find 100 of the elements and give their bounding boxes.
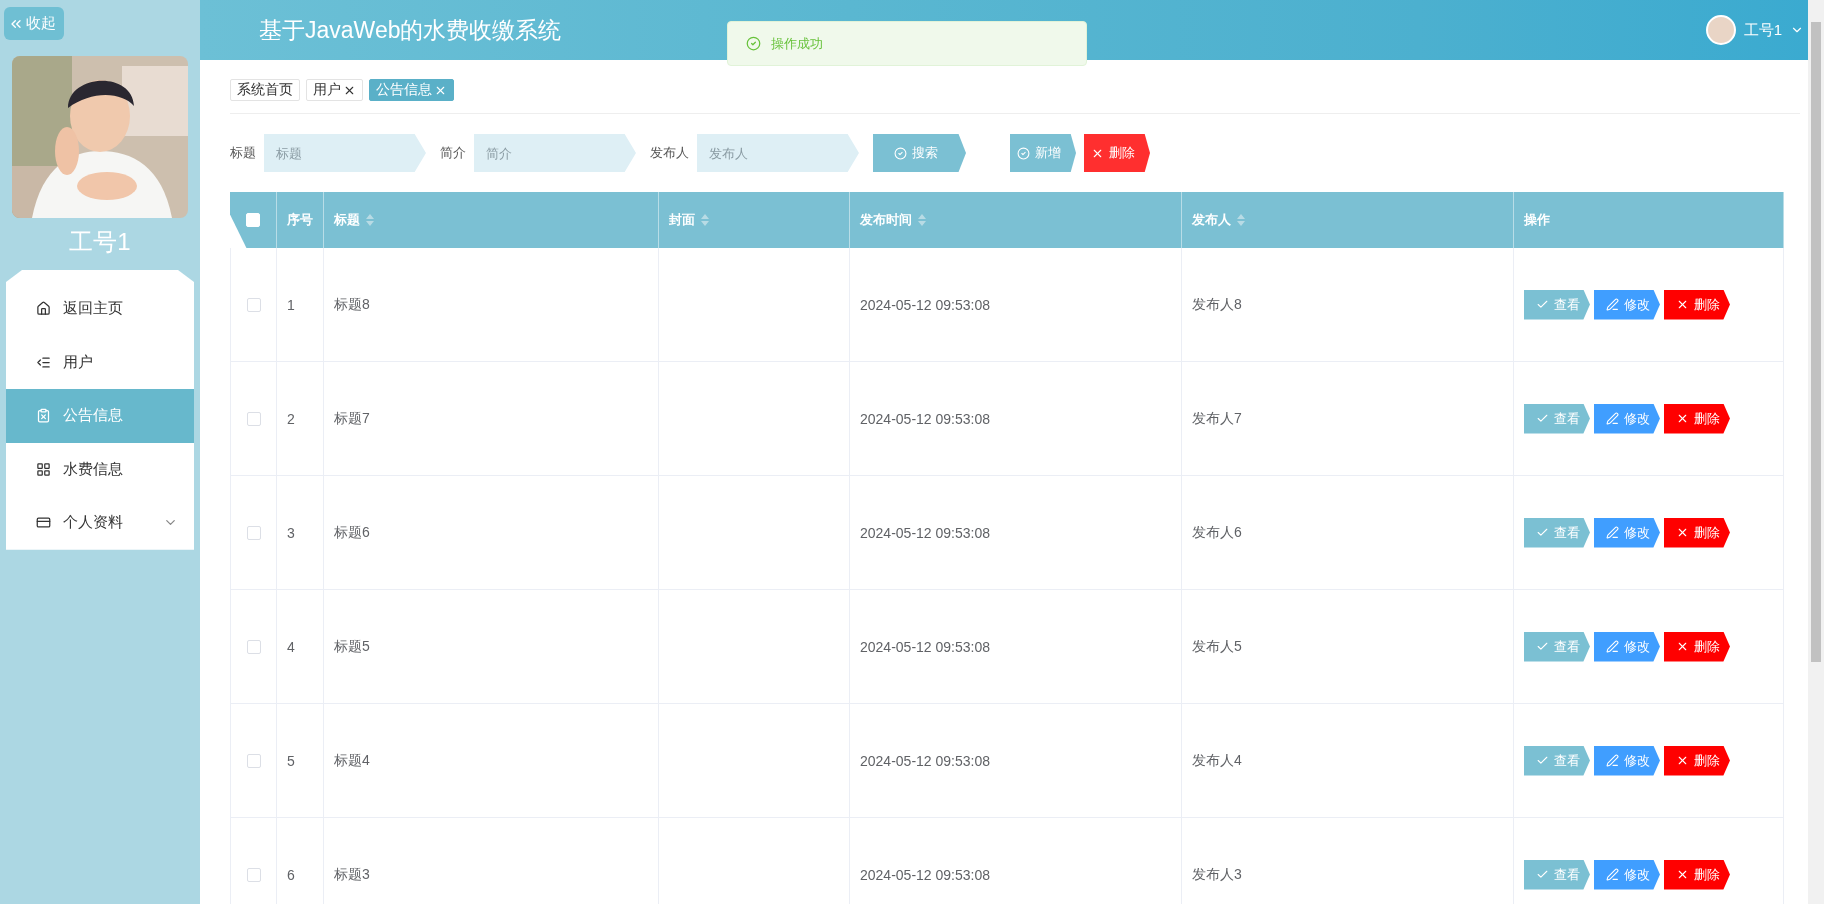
table-cell: 发布人7 xyxy=(1192,409,1242,428)
view-button[interactable]: 查看 xyxy=(1524,403,1590,434)
delete-button[interactable]: 删除 xyxy=(1664,289,1730,320)
table-cell: 2024-05-12 09:53:08 xyxy=(860,410,990,427)
table-cell: 2024-05-12 09:53:08 xyxy=(860,296,990,313)
check-icon xyxy=(1536,298,1549,311)
header-cell[interactable]: 发布人 xyxy=(1182,192,1514,248)
delete-button[interactable]: 删除 xyxy=(1664,403,1730,434)
header-cell[interactable]: 标题 xyxy=(324,192,659,248)
check-circle-icon xyxy=(893,146,907,160)
search-button[interactable]: 搜索 xyxy=(873,134,966,172)
app-title: 基于JavaWeb的水费收缴系统 xyxy=(259,15,562,45)
edit-button[interactable]: 修改 xyxy=(1594,289,1660,320)
field-label: 标题 xyxy=(230,144,256,162)
checkbox[interactable] xyxy=(246,297,261,312)
view-button[interactable]: 查看 xyxy=(1524,517,1590,548)
check-circle-icon xyxy=(1017,146,1030,160)
header-cell[interactable]: 发布时间 xyxy=(850,192,1182,248)
table-cell: 发布人6 xyxy=(1192,523,1242,542)
checkbox[interactable] xyxy=(246,639,261,654)
table-cell: 3 xyxy=(287,524,295,541)
table-cell: 6 xyxy=(287,866,295,883)
delete-button[interactable]: 删除 xyxy=(1664,745,1730,776)
pen-icon xyxy=(1606,412,1619,425)
delete-button[interactable]: 删除 xyxy=(1084,134,1150,172)
check-icon xyxy=(1536,412,1549,425)
view-button[interactable]: 查看 xyxy=(1524,631,1590,662)
column-title: 封面 xyxy=(669,211,695,229)
delete-button[interactable]: 删除 xyxy=(1664,859,1730,890)
clipboard-icon xyxy=(36,408,51,424)
menu-item[interactable]: 公告信息 xyxy=(6,389,194,443)
add-button[interactable]: 新增 xyxy=(1010,134,1076,172)
card-icon xyxy=(36,515,51,531)
list-icon xyxy=(36,354,51,370)
table-cell: 标题5 xyxy=(334,637,370,656)
column-title: 操作 xyxy=(1524,211,1550,229)
view-button[interactable]: 查看 xyxy=(1524,745,1590,776)
scrollbar[interactable] xyxy=(1808,0,1824,904)
table-cell: 2024-05-12 09:53:08 xyxy=(860,638,990,655)
column-title: 序号 xyxy=(287,211,313,229)
sort-icon[interactable] xyxy=(366,214,374,226)
checkbox[interactable] xyxy=(246,411,261,426)
close-icon xyxy=(1676,298,1689,311)
table-cell: 2024-05-12 09:53:08 xyxy=(860,524,990,541)
close-icon xyxy=(1676,640,1689,653)
header-cell[interactable]: 封面 xyxy=(659,192,850,248)
column-title: 发布人 xyxy=(1192,211,1231,229)
checkbox[interactable] xyxy=(246,867,261,882)
table-cell: 2024-05-12 09:53:08 xyxy=(860,752,990,769)
tab[interactable]: 公告信息 xyxy=(369,79,454,101)
close-icon xyxy=(1676,412,1689,425)
checkbox[interactable] xyxy=(246,525,261,540)
sort-icon[interactable] xyxy=(1237,214,1245,226)
pen-icon xyxy=(1606,526,1619,539)
field-label: 发布人 xyxy=(650,144,689,162)
table-cell: 标题8 xyxy=(334,295,370,314)
sort-icon[interactable] xyxy=(918,214,926,226)
table-cell: 1 xyxy=(287,296,295,313)
check-icon xyxy=(1536,526,1549,539)
check-icon xyxy=(1536,640,1549,653)
close-icon xyxy=(1676,526,1689,539)
user-avatar[interactable] xyxy=(1705,15,1736,45)
table-cell: 2024-05-12 09:53:08 xyxy=(860,866,990,883)
tab[interactable]: 系统首页 xyxy=(230,79,300,101)
home-icon xyxy=(36,301,51,317)
edit-button[interactable]: 修改 xyxy=(1594,859,1660,890)
search-field[interactable]: 发布人 xyxy=(697,134,859,172)
table-cell: 发布人8 xyxy=(1192,295,1242,314)
table-cell: 标题3 xyxy=(334,865,370,884)
pen-icon xyxy=(1606,754,1619,767)
table-cell: 2 xyxy=(287,410,295,427)
pen-icon xyxy=(1606,298,1619,311)
table-cell: 标题7 xyxy=(334,409,370,428)
edit-button[interactable]: 修改 xyxy=(1594,517,1660,548)
checkbox[interactable] xyxy=(246,753,261,768)
check-circle-icon xyxy=(746,36,761,51)
table-cell: 发布人5 xyxy=(1192,637,1242,656)
close-icon xyxy=(1676,754,1689,767)
edit-button[interactable]: 修改 xyxy=(1594,631,1660,662)
sort-icon[interactable] xyxy=(701,214,709,226)
view-button[interactable]: 查看 xyxy=(1524,859,1590,890)
edit-button[interactable]: 修改 xyxy=(1594,403,1660,434)
search-field[interactable]: 标题 xyxy=(264,134,426,172)
table-cell: 标题4 xyxy=(334,751,370,770)
view-button[interactable]: 查看 xyxy=(1524,289,1590,320)
table-cell: 4 xyxy=(287,638,295,655)
delete-button[interactable]: 删除 xyxy=(1664,517,1730,548)
collapse-button[interactable]: 收起 xyxy=(4,7,64,40)
column-title: 发布时间 xyxy=(860,211,912,229)
field-label: 简介 xyxy=(440,144,466,162)
edit-button[interactable]: 修改 xyxy=(1594,745,1660,776)
close-icon xyxy=(1676,868,1689,881)
delete-button[interactable]: 删除 xyxy=(1664,631,1730,662)
tab[interactable]: 用户 xyxy=(306,79,363,101)
table-cell: 发布人3 xyxy=(1192,865,1242,884)
search-field[interactable]: 简介 xyxy=(474,134,636,172)
user-name[interactable]: 工号1 xyxy=(1743,20,1782,40)
pen-icon xyxy=(1606,640,1619,653)
grid-icon xyxy=(36,461,51,477)
pen-icon xyxy=(1606,868,1619,881)
